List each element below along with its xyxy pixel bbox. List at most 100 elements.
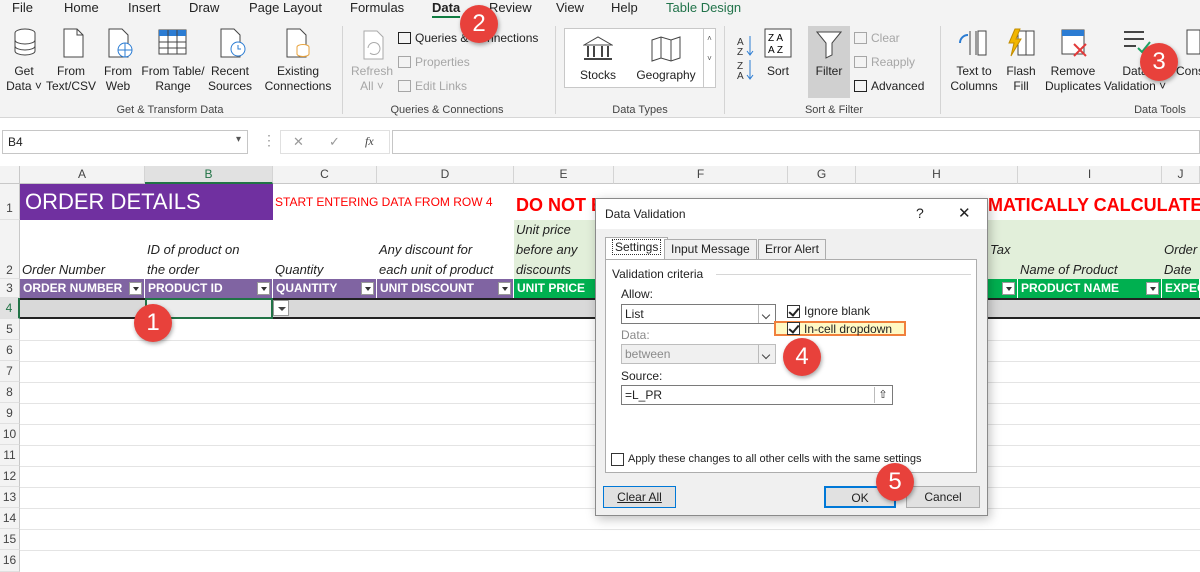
menu-view[interactable]: View bbox=[556, 0, 584, 16]
text-to-columns-button[interactable]: Text to Columns bbox=[946, 64, 1002, 94]
column-header-a[interactable]: A bbox=[20, 166, 145, 184]
menu-formulas[interactable]: Formulas bbox=[350, 0, 404, 16]
filter-dropdown-icon[interactable] bbox=[1002, 282, 1015, 295]
menu-data[interactable]: Data bbox=[432, 0, 460, 16]
tab-input-message[interactable]: Input Message bbox=[664, 239, 757, 259]
edit-links-button[interactable]: Edit Links bbox=[398, 79, 467, 93]
help-icon[interactable]: ? bbox=[916, 205, 924, 221]
row-header-9[interactable]: 9 bbox=[0, 403, 20, 424]
menu-page-layout[interactable]: Page Layout bbox=[249, 0, 322, 16]
refresh-all-button[interactable]: Refresh All ˅ bbox=[346, 64, 398, 94]
filter-dropdown-icon[interactable] bbox=[498, 282, 511, 295]
geography-button[interactable]: Geography bbox=[632, 68, 700, 83]
row-header-13[interactable]: 13 bbox=[0, 487, 20, 508]
recent-sources-button[interactable]: Recent Sources bbox=[206, 64, 254, 94]
menu-file[interactable]: File bbox=[12, 0, 33, 16]
stocks-button[interactable]: Stocks bbox=[572, 68, 624, 83]
row-header-5[interactable]: 5 bbox=[0, 319, 20, 340]
collapse-dialog-icon[interactable]: ⇧ bbox=[874, 387, 891, 403]
in-cell-dropdown-checkbox[interactable] bbox=[787, 322, 800, 335]
from-text-csv-button[interactable]: From Text/CSV bbox=[46, 64, 96, 94]
dialog-titlebar: Data Validation ? ✕ bbox=[596, 199, 987, 229]
desc-product-id-2: the order bbox=[147, 262, 200, 277]
cancel-icon[interactable]: ✕ bbox=[293, 134, 304, 150]
tab-error-alert[interactable]: Error Alert bbox=[758, 239, 827, 259]
menu-home[interactable]: Home bbox=[64, 0, 99, 16]
column-header-h[interactable]: H bbox=[856, 166, 1018, 184]
column-header-e[interactable]: E bbox=[514, 166, 614, 184]
existing-connections-button[interactable]: Existing Connections bbox=[260, 64, 336, 94]
column-header-d[interactable]: D bbox=[377, 166, 514, 184]
row-header-15[interactable]: 15 bbox=[0, 529, 20, 550]
row-header-4[interactable]: 4 bbox=[0, 298, 20, 319]
from-web-button[interactable]: From Web bbox=[98, 64, 138, 94]
apply-all-label: Apply these changes to all other cells w… bbox=[628, 453, 922, 465]
row-header-8[interactable]: 8 bbox=[0, 382, 20, 403]
row-header-2[interactable]: 2 bbox=[0, 220, 20, 279]
text-to-columns-icon bbox=[958, 28, 988, 61]
source-input[interactable]: =L_PR bbox=[621, 385, 893, 405]
filter-dropdown-icon[interactable] bbox=[257, 282, 270, 295]
row-header-14[interactable]: 14 bbox=[0, 508, 20, 529]
close-icon[interactable]: ✕ bbox=[958, 204, 971, 222]
consolidate-button[interactable]: Cons bbox=[1176, 64, 1200, 79]
header-cell-quantity[interactable]: QUANTITY bbox=[273, 279, 377, 298]
column-header-i[interactable]: I bbox=[1018, 166, 1162, 184]
tab-settings[interactable]: Settings bbox=[605, 237, 669, 259]
gallery-scroll[interactable]: ˄ ˅ bbox=[703, 28, 716, 88]
clear-button[interactable]: Clear bbox=[854, 31, 900, 45]
menu-table-design[interactable]: Table Design bbox=[666, 0, 741, 16]
row-header-12[interactable]: 12 bbox=[0, 466, 20, 487]
menu-insert[interactable]: Insert bbox=[128, 0, 161, 16]
from-table-range-button[interactable]: From Table/ Range bbox=[140, 64, 206, 94]
column-header-b[interactable]: B bbox=[145, 166, 273, 184]
name-box[interactable]: B4 ▾ bbox=[2, 130, 248, 154]
menu-help[interactable]: Help bbox=[611, 0, 638, 16]
apply-all-checkbox[interactable] bbox=[611, 453, 624, 466]
row-header-11[interactable]: 11 bbox=[0, 445, 20, 466]
filter-dropdown-icon[interactable] bbox=[1146, 282, 1159, 295]
reapply-button[interactable]: Reapply bbox=[854, 55, 915, 69]
header-cell-unit-discount[interactable]: UNIT DISCOUNT bbox=[377, 279, 514, 298]
column-header-j[interactable]: J bbox=[1162, 166, 1200, 184]
menu-draw[interactable]: Draw bbox=[189, 0, 219, 16]
row-header-16[interactable]: 16 bbox=[0, 550, 20, 572]
clear-filter-icon bbox=[854, 32, 867, 44]
column-header-c[interactable]: C bbox=[273, 166, 377, 184]
cancel-button[interactable]: Cancel bbox=[906, 486, 980, 508]
header-cell-expected[interactable]: EXPEC bbox=[1162, 279, 1200, 298]
filter-dropdown-icon[interactable] bbox=[129, 282, 142, 295]
header-cell-order-number[interactable]: ORDER NUMBER bbox=[20, 279, 145, 298]
chevron-down-icon: ▾ bbox=[235, 134, 241, 145]
get-data-button[interactable]: Get Data ˅ bbox=[4, 64, 44, 94]
insert-function-icon[interactable]: fx bbox=[365, 134, 374, 149]
header-label: PRODUCT NAME bbox=[1021, 281, 1119, 295]
row-header-3[interactable]: 3 bbox=[0, 279, 20, 298]
advanced-button[interactable]: Advanced bbox=[854, 79, 924, 93]
row-header-6[interactable]: 6 bbox=[0, 340, 20, 361]
flash-fill-button[interactable]: Flash Fill bbox=[1000, 64, 1042, 94]
allow-select[interactable]: List bbox=[621, 304, 776, 324]
column-header-g[interactable]: G bbox=[788, 166, 856, 184]
data-select[interactable]: between bbox=[621, 344, 776, 364]
row-header-1[interactable]: 1 bbox=[0, 184, 20, 220]
header-cell-tax[interactable] bbox=[988, 279, 1018, 298]
row-header-7[interactable]: 7 bbox=[0, 361, 20, 382]
cell-dropdown-button[interactable] bbox=[273, 300, 289, 316]
header-cell-product-id[interactable]: PRODUCT ID bbox=[145, 279, 273, 298]
filter-dropdown-icon[interactable] bbox=[361, 282, 374, 295]
formula-input[interactable] bbox=[392, 130, 1200, 154]
column-header-f[interactable]: F bbox=[614, 166, 788, 184]
remove-duplicates-button[interactable]: Remove Duplicates bbox=[1042, 64, 1104, 94]
header-cell-product-name[interactable]: PRODUCT NAME bbox=[1018, 279, 1162, 298]
ignore-blank-checkbox[interactable] bbox=[787, 305, 800, 318]
enter-icon[interactable]: ✓ bbox=[329, 134, 340, 150]
clear-all-button[interactable]: Clear All bbox=[603, 486, 676, 508]
select-all-corner[interactable] bbox=[0, 166, 20, 184]
properties-button[interactable]: Properties bbox=[398, 55, 470, 69]
filter-button[interactable]: Filter bbox=[808, 26, 850, 98]
sort-button[interactable]: Sort bbox=[760, 64, 796, 79]
row-header-10[interactable]: 10 bbox=[0, 424, 20, 445]
source-value: =L_PR bbox=[625, 388, 663, 402]
source-label: Source: bbox=[621, 369, 663, 383]
